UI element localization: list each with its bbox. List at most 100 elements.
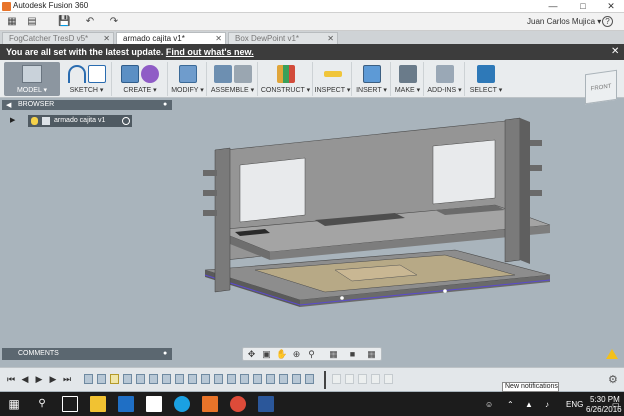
go-to-start-icon[interactable]: ⏮ (6, 374, 16, 384)
grid-settings-icon[interactable]: ■ (347, 349, 358, 360)
timeline-feature[interactable] (201, 374, 210, 384)
timeline-feature[interactable] (123, 374, 132, 384)
maximize-button[interactable]: □ (570, 0, 596, 13)
insert-group[interactable]: INSERT ▾ (353, 62, 391, 96)
browser-panel-header[interactable]: ◀ BROWSER ● (2, 100, 172, 110)
timeline-feature[interactable] (214, 374, 223, 384)
close-tab-icon[interactable]: ✕ (103, 33, 110, 44)
zoom-icon[interactable]: ⊕ (291, 349, 302, 360)
press-pull-icon[interactable] (178, 65, 197, 83)
search-icon[interactable]: ⚲ (34, 396, 50, 412)
timeline-feature[interactable] (149, 374, 158, 384)
data-panel-icon[interactable]: ▦ (6, 16, 18, 28)
scripts-addins-icon[interactable] (435, 65, 454, 83)
addins-menu-label[interactable]: ADD-INS ▾ (425, 86, 464, 94)
comments-panel-header[interactable]: COMMENTS ● (2, 348, 172, 360)
display-settings-icon[interactable]: ▦ (328, 349, 339, 360)
construct-group[interactable]: CONSTRUCT ▾ (259, 62, 313, 96)
make-menu-label[interactable]: MAKE ▾ (392, 86, 423, 94)
joint-icon[interactable] (233, 65, 252, 83)
timeline-feature[interactable] (84, 374, 93, 384)
assemble-group[interactable]: ASSEMBLE ▾ (208, 62, 258, 96)
construct-menu-label[interactable]: CONSTRUCT ▾ (259, 86, 312, 94)
timeline-feature-suppressed[interactable] (371, 374, 380, 384)
step-back-icon[interactable]: ◀ (20, 374, 30, 384)
go-to-end-icon[interactable]: ⏭ (62, 374, 72, 384)
sketch-arc-icon[interactable] (67, 65, 86, 83)
orbit-icon[interactable]: ✥ (246, 349, 257, 360)
close-window-button[interactable]: ✕ (598, 0, 624, 13)
insert-image-icon[interactable] (362, 65, 381, 83)
timeline-feature[interactable] (279, 374, 288, 384)
tab-box-dewpoint[interactable]: Box DewPoint v1* ✕ (228, 32, 338, 44)
select-menu-label[interactable]: SELECT ▾ (466, 86, 506, 94)
sphere-icon[interactable] (141, 65, 159, 83)
collapse-arrow-icon[interactable]: ◀ (6, 101, 11, 109)
modify-menu-label[interactable]: MODIFY ▾ (169, 86, 206, 94)
measure-icon[interactable] (323, 71, 342, 77)
edge-icon[interactable] (118, 396, 134, 412)
volume-icon[interactable]: ♪ (545, 400, 549, 409)
timeline-feature[interactable] (188, 374, 197, 384)
create-group[interactable]: CREATE ▾ (113, 62, 168, 96)
word-icon[interactable] (258, 396, 274, 412)
task-view-icon[interactable] (62, 396, 78, 412)
language-indicator[interactable]: ENG (566, 400, 583, 409)
save-icon[interactable]: 💾 (58, 16, 70, 28)
timeline-settings-gear-icon[interactable]: ⚙ (608, 373, 618, 386)
timeline-feature[interactable] (305, 374, 314, 384)
activate-radio-icon[interactable] (122, 117, 130, 125)
timeline-feature[interactable] (175, 374, 184, 384)
timeline-feature[interactable] (162, 374, 171, 384)
timeline-feature[interactable] (240, 374, 249, 384)
root-component-node[interactable]: armado cajita v1 (28, 115, 132, 127)
look-at-icon[interactable]: ▣ (261, 349, 272, 360)
expand-icon[interactable]: ▶ (10, 116, 15, 124)
timeline-feature-suppressed[interactable] (345, 374, 354, 384)
offset-plane-icon[interactable] (276, 65, 295, 83)
help-icon[interactable]: ? (602, 16, 613, 27)
tab-armado-cajita[interactable]: armado cajita v1* ✕ (116, 32, 226, 44)
model-viewport[interactable] (195, 110, 565, 315)
timeline-feature-suppressed[interactable] (332, 374, 341, 384)
timeline-feature[interactable] (97, 374, 106, 384)
timeline-feature[interactable] (136, 374, 145, 384)
sketch-rectangle-icon[interactable] (87, 65, 106, 83)
workspace-switcher[interactable]: MODEL ▾ (4, 62, 60, 96)
viewports-icon[interactable]: ▦ (366, 349, 377, 360)
tab-fogcatcher[interactable]: FogCatcher TresD v5* ✕ (2, 32, 114, 44)
close-tab-icon[interactable]: ✕ (327, 33, 334, 44)
timeline-feature-suppressed[interactable] (384, 374, 393, 384)
select-group[interactable]: SELECT ▾ (466, 62, 506, 96)
skype-icon[interactable] (174, 396, 190, 412)
timeline-feature[interactable] (110, 374, 119, 384)
pan-icon[interactable]: ✋ (276, 349, 287, 360)
user-menu[interactable]: Juan Carlos Mujica ▾ (527, 17, 601, 26)
close-banner-button[interactable]: ✕ (611, 46, 619, 57)
chevron-up-icon[interactable]: ⌃ (507, 400, 514, 409)
sketch-menu-label[interactable]: SKETCH ▾ (62, 86, 111, 94)
extrude-icon[interactable] (121, 65, 139, 83)
fit-icon[interactable]: ⚲ (306, 349, 317, 360)
timeline-feature[interactable] (227, 374, 236, 384)
new-component-icon[interactable] (213, 65, 232, 83)
file-menu-icon[interactable]: ▤ (26, 16, 38, 28)
assemble-menu-label[interactable]: ASSEMBLE ▾ (208, 86, 257, 94)
redo-icon[interactable]: ↷ (108, 16, 120, 28)
step-forward-icon[interactable]: ▶ (48, 374, 58, 384)
minimize-button[interactable]: — (540, 0, 566, 13)
chrome-icon[interactable] (230, 396, 246, 412)
sketch-group[interactable]: SKETCH ▾ (62, 62, 112, 96)
modify-group[interactable]: MODIFY ▾ (169, 62, 207, 96)
file-explorer-icon[interactable] (90, 396, 106, 412)
close-tab-icon[interactable]: ✕ (215, 33, 222, 44)
play-icon[interactable]: ▶ (34, 374, 44, 384)
timeline-feature[interactable] (266, 374, 275, 384)
comments-toggle-icon[interactable]: ● (163, 350, 167, 357)
select-arrow-icon[interactable] (477, 65, 495, 83)
network-icon[interactable]: ▲ (525, 400, 533, 409)
make-group[interactable]: MAKE ▾ (392, 62, 424, 96)
timeline-feature-suppressed[interactable] (358, 374, 367, 384)
timeline-feature[interactable] (253, 374, 262, 384)
timeline-feature[interactable] (292, 374, 301, 384)
